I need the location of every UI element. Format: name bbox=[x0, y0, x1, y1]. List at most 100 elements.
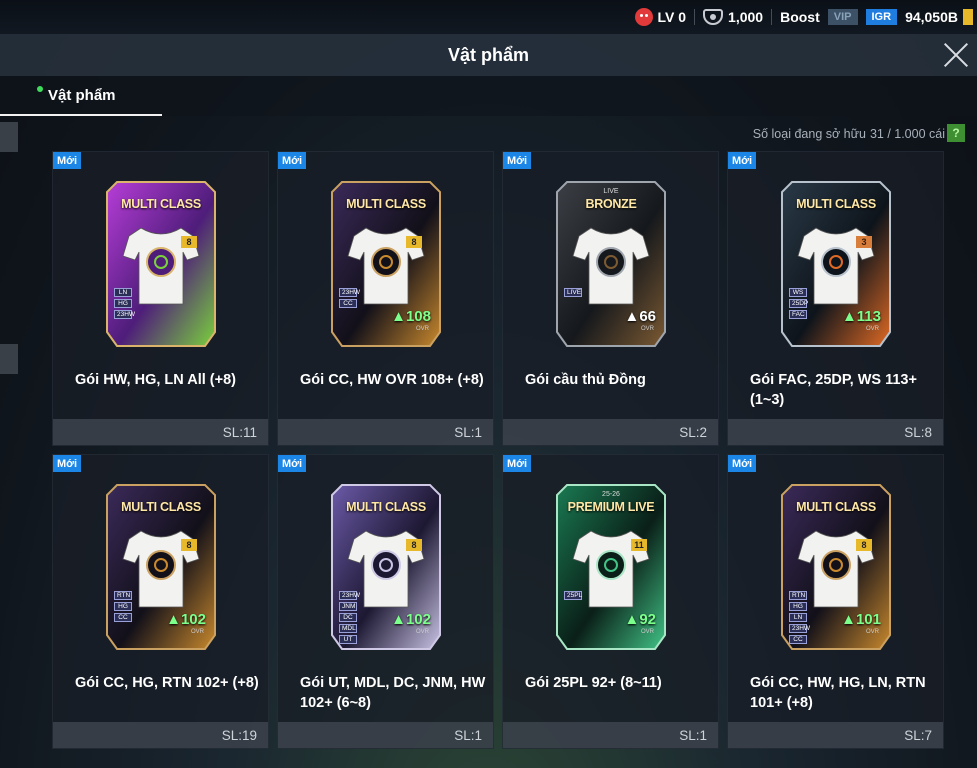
card-season-tags: LIVE bbox=[564, 288, 582, 297]
level-text: LV 0 bbox=[657, 9, 687, 25]
balance-indicator[interactable]: 94,050B bbox=[905, 9, 973, 25]
item-quantity: SL:8 bbox=[904, 424, 932, 440]
item-name: Gói UT, MDL, DC, JNM, HW 102+ (6~8) bbox=[300, 675, 486, 711]
card-season-tag: 25DP bbox=[789, 299, 808, 308]
item-card-image: MULTI CLASS 8 23HW JNM DC MDL UT ▲102 OVR bbox=[330, 483, 442, 653]
close-icon[interactable] bbox=[941, 40, 971, 70]
card-season-tag: HG bbox=[114, 602, 132, 611]
item-quantity: SL:11 bbox=[222, 424, 257, 440]
item-card[interactable]: Mới MULTI CLASS 8 RTN HG LN 23HW CC ▲101 OVR… bbox=[727, 454, 944, 749]
card-season-tag: 25PL bbox=[564, 591, 582, 600]
card-season-tag: MDL bbox=[339, 624, 357, 633]
card-season-tags: LN HG 23HW bbox=[114, 288, 135, 319]
tab-items-label: Vật phẩm bbox=[48, 86, 116, 104]
card-level-badge: 8 bbox=[856, 539, 872, 551]
item-card[interactable]: Mới MULTI CLASS 8 23HW CC ▲108 OVR Gói CC… bbox=[277, 151, 494, 446]
card-season-tag: RTN bbox=[114, 591, 132, 600]
card-title: MULTI CLASS bbox=[121, 500, 201, 514]
card-season-tag: RTN bbox=[789, 591, 807, 600]
item-name: Gói 25PL 92+ (8~11) bbox=[525, 675, 662, 691]
card-title: MULTI CLASS bbox=[121, 197, 201, 211]
card-level-badge: 8 bbox=[406, 236, 422, 248]
side-scroll-left-handle[interactable] bbox=[0, 344, 18, 374]
balance-amount: 94,050B bbox=[905, 9, 958, 25]
card-rating-value: 66 bbox=[639, 308, 656, 325]
card-ovr-label: OVR bbox=[640, 326, 654, 332]
vip-badge[interactable]: VIP bbox=[827, 9, 858, 25]
divider bbox=[771, 9, 773, 25]
title-bar: Vật phẩm bbox=[0, 34, 977, 76]
card-season-tag: LN bbox=[789, 613, 807, 622]
new-badge: Mới bbox=[53, 152, 82, 169]
card-rating: ▲101 bbox=[841, 611, 881, 628]
card-ovr-label: OVR bbox=[190, 629, 204, 635]
item-card-image: LIVE BRONZE LIVE ▲66 OVR bbox=[555, 180, 667, 350]
card-season-tag: LIVE bbox=[564, 288, 582, 297]
boost-label[interactable]: Boost bbox=[780, 9, 820, 25]
coin-indicator[interactable]: 1,000 bbox=[703, 9, 763, 25]
item-quantity: SL:1 bbox=[454, 424, 482, 440]
coin-bucket-icon bbox=[703, 9, 724, 25]
item-card[interactable]: Mới MULTI CLASS 8 23HW JNM DC MDL UT ▲102 OV… bbox=[277, 454, 494, 749]
item-card-image: MULTI CLASS 3 WS 25DP FAC ▲113 OVR bbox=[780, 180, 892, 350]
item-card[interactable]: Mới MULTI CLASS 8 RTN HG CC ▲102 OVR Gói C… bbox=[52, 454, 269, 749]
card-level-badge: 11 bbox=[631, 539, 647, 551]
new-badge: Mới bbox=[53, 455, 82, 472]
new-badge: Mới bbox=[728, 455, 757, 472]
card-season-tags: 23HW CC bbox=[339, 288, 360, 308]
item-name: Gói cầu thủ Đồng bbox=[525, 372, 646, 388]
card-rating: ▲66 bbox=[624, 308, 656, 325]
item-card-image: MULTI CLASS 8 RTN HG LN 23HW CC ▲101 OVR bbox=[780, 483, 892, 653]
ownership-summary: Số loại đang sở hữu 31 / 1.000 cái bbox=[753, 125, 945, 143]
level-face-icon bbox=[634, 8, 653, 26]
item-name: Gói CC, HG, RTN 102+ (+8) bbox=[75, 675, 259, 691]
card-season-tag: UT bbox=[339, 635, 357, 644]
card-season-tag: WS bbox=[789, 288, 807, 297]
card-title: MULTI CLASS bbox=[346, 197, 426, 211]
item-card[interactable]: Mới MULTI CLASS 3 WS 25DP FAC ▲113 OVR Gói… bbox=[727, 151, 944, 446]
card-subtitle: LIVE bbox=[603, 188, 619, 195]
card-title: MULTI CLASS bbox=[796, 197, 876, 211]
help-button[interactable]: ? bbox=[947, 124, 965, 142]
card-season-tag: LN bbox=[114, 288, 132, 297]
tab-bar: Vật phẩm bbox=[0, 76, 977, 116]
item-card-image: MULTI CLASS 8 23HW CC ▲108 OVR bbox=[330, 180, 442, 350]
item-quantity-bar: SL:11 bbox=[53, 419, 268, 445]
status-bar: LV 0 1,000 Boost VIP IGR 94,050B bbox=[0, 0, 977, 34]
card-season-tags: 25PL bbox=[564, 591, 582, 600]
item-card[interactable]: Mới MULTI CLASS 8 LN HG 23HW Gói HW, HG, L… bbox=[52, 151, 269, 446]
new-badge: Mới bbox=[728, 152, 757, 169]
card-season-tag: FAC bbox=[789, 310, 807, 319]
card-season-tag: HG bbox=[789, 602, 807, 611]
card-rating: ▲92 bbox=[624, 611, 656, 628]
new-badge: Mới bbox=[503, 152, 532, 169]
card-ovr-label: OVR bbox=[415, 629, 429, 635]
level-indicator[interactable]: LV 0 bbox=[634, 8, 687, 26]
item-card[interactable]: Mới 25-26 PREMIUM LIVE 11 25PL ▲92 OVR G… bbox=[502, 454, 719, 749]
item-quantity: SL:19 bbox=[221, 727, 257, 743]
item-name: Gói CC, HW, HG, LN, RTN 101+ (+8) bbox=[750, 675, 926, 711]
bp-coin-icon bbox=[963, 9, 973, 25]
card-rating-value: 92 bbox=[639, 611, 656, 628]
new-badge: Mới bbox=[503, 455, 532, 472]
tab-items[interactable]: Vật phẩm bbox=[0, 76, 162, 116]
card-ovr-label: OVR bbox=[640, 629, 654, 635]
card-subtitle: 25-26 bbox=[602, 491, 620, 498]
new-badge: Mới bbox=[278, 455, 307, 472]
card-title: MULTI CLASS bbox=[346, 500, 426, 514]
card-season-tags: WS 25DP FAC bbox=[789, 288, 808, 319]
card-season-tag: HG bbox=[114, 299, 132, 308]
card-rating-value: 102 bbox=[405, 611, 431, 628]
card-level-badge: 8 bbox=[181, 539, 197, 551]
item-name: Gói FAC, 25DP, WS 113+ (1~3) bbox=[750, 372, 917, 408]
item-quantity-bar: SL:7 bbox=[728, 722, 943, 748]
item-card[interactable]: Mới LIVE BRONZE LIVE ▲66 OVR Gói cầu thủ… bbox=[502, 151, 719, 446]
card-rating: ▲102 bbox=[391, 611, 431, 628]
item-quantity-bar: SL:1 bbox=[503, 722, 718, 748]
card-season-tag: 23HW bbox=[339, 288, 360, 297]
card-season-tag: CC bbox=[339, 299, 357, 308]
item-card-image: 25-26 PREMIUM LIVE 11 25PL ▲92 OVR bbox=[555, 483, 667, 653]
item-quantity: SL:7 bbox=[904, 727, 932, 743]
igr-badge[interactable]: IGR bbox=[865, 9, 898, 25]
side-scroll-left-handle[interactable] bbox=[0, 122, 18, 152]
